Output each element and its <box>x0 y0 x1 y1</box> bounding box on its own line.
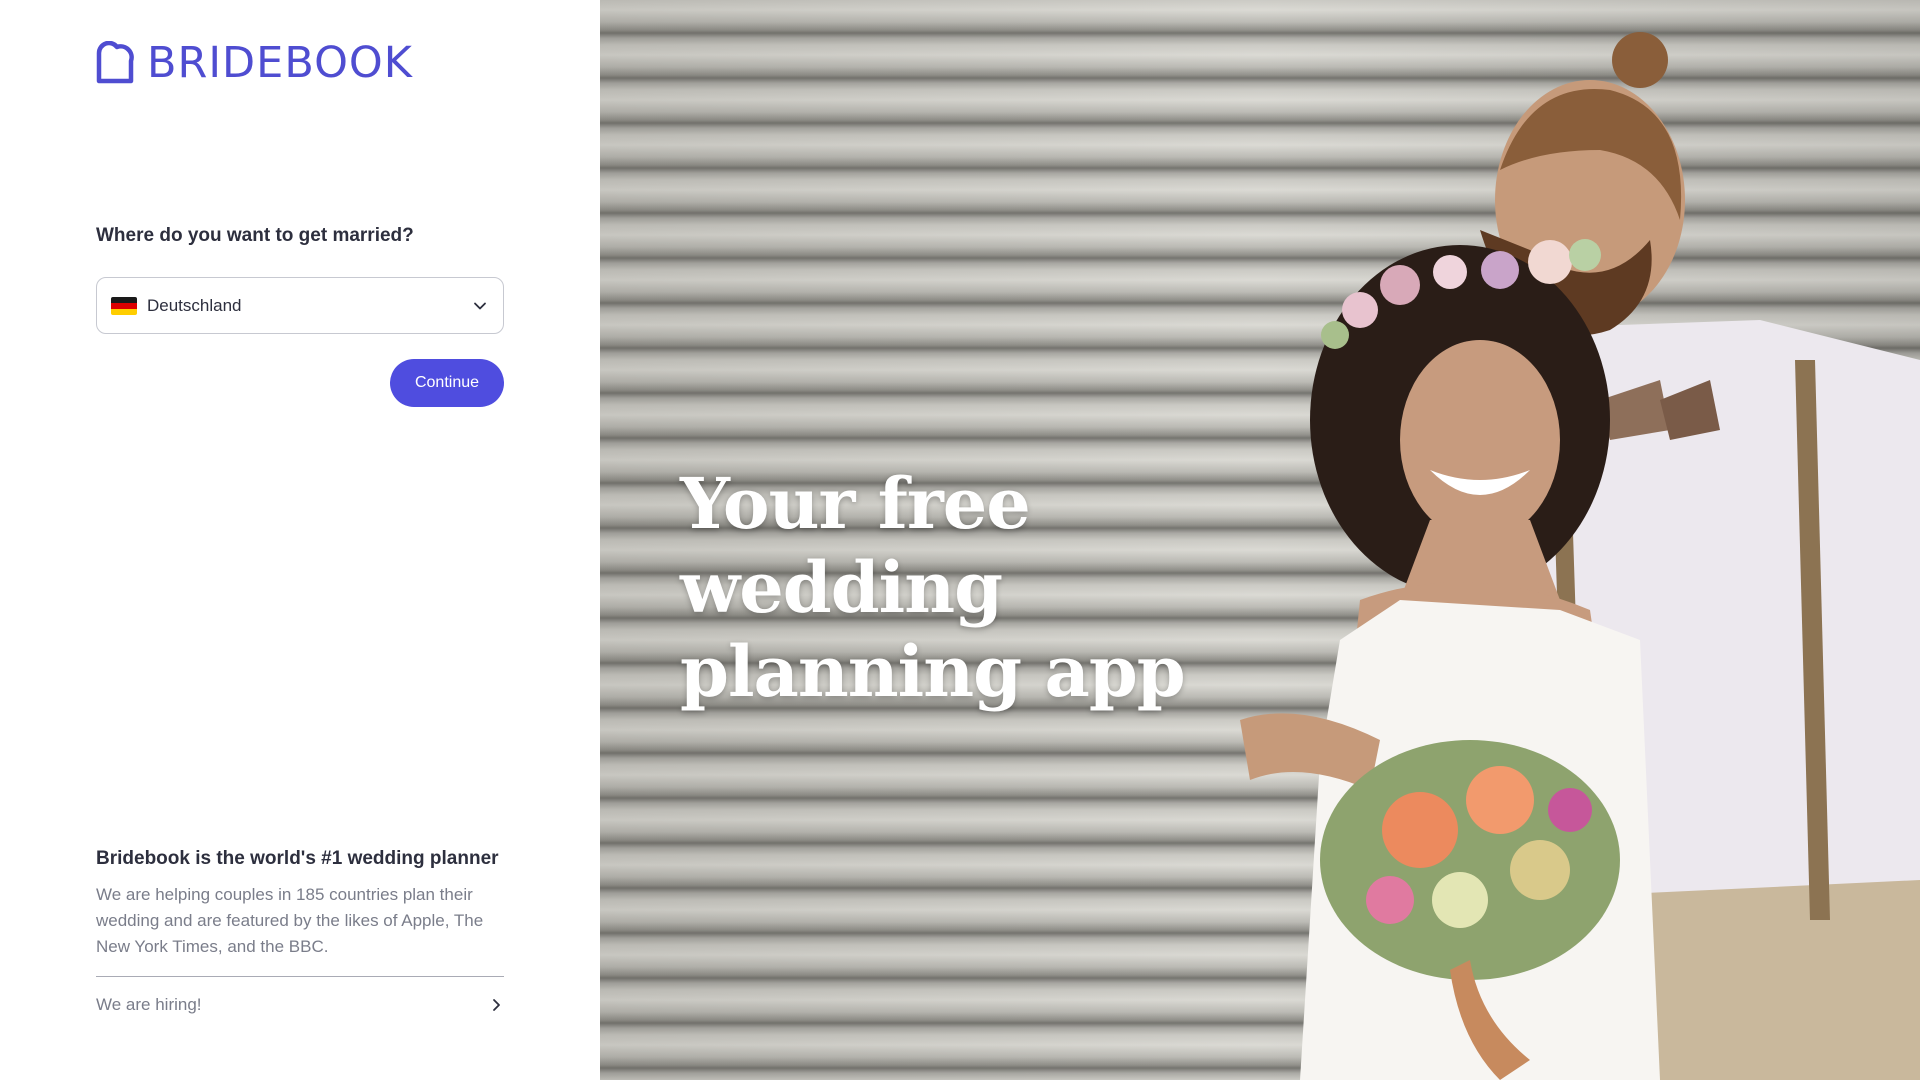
chevron-down-icon <box>474 302 486 309</box>
bridebook-logo[interactable]: BRIDEBOOK <box>95 38 413 88</box>
about-title: Bridebook is the world's #1 wedding plan… <box>96 848 499 869</box>
country-select[interactable]: Deutschland <box>96 277 504 334</box>
continue-button[interactable]: Continue <box>390 359 504 407</box>
logo-text: BRIDEBOOK <box>147 37 413 88</box>
germany-flag-icon <box>111 296 137 315</box>
hero-image: Your free wedding planning app <box>600 0 1920 1080</box>
about-text: We are helping couples in 185 countries … <box>96 885 484 956</box>
hiring-label: We are hiring! <box>96 995 202 1014</box>
heart-logo-icon <box>96 41 134 84</box>
country-select-value: Deutschland <box>147 295 242 315</box>
page: BRIDEBOOK Where do you want to get marri… <box>0 0 1920 1080</box>
hero-title: Your free wedding planning app <box>680 462 1186 713</box>
hiring-link[interactable]: We are hiring! <box>96 990 504 1020</box>
divider <box>96 976 504 977</box>
chevron-right-icon <box>493 999 500 1011</box>
left-panel: BRIDEBOOK Where do you want to get marri… <box>0 0 600 1080</box>
location-question: Where do you want to get married? <box>96 225 414 246</box>
